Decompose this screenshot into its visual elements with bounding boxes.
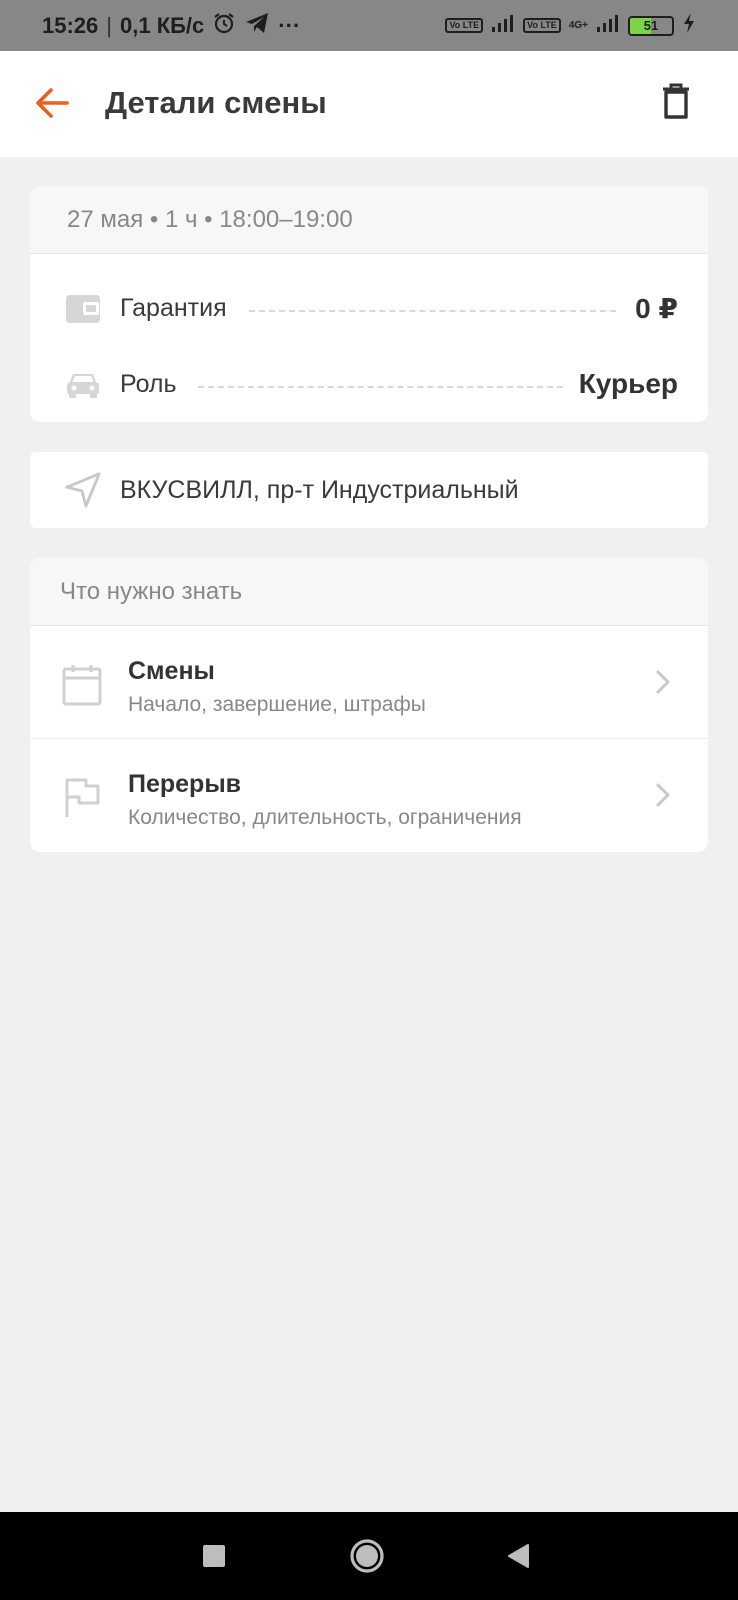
recents-button[interactable] <box>194 1538 234 1578</box>
telegram-icon <box>244 11 270 41</box>
guarantee-label: Гарантия <box>120 293 227 322</box>
charging-icon <box>682 12 696 40</box>
battery-level: 51 <box>643 18 659 33</box>
network-type: 4G+ <box>568 19 588 31</box>
back-triangle-icon <box>506 1543 530 1574</box>
page-title: Детали смены <box>105 85 327 120</box>
status-net-speed: 0,1 КБ/с <box>120 12 205 38</box>
status-bar: 15:26 | 0,1 КБ/с ··· Vo LTE Vo LTE 4G+ 5… <box>0 0 738 51</box>
break-info-item[interactable]: Перерыв Количество, длительность, ограни… <box>30 740 708 852</box>
signal-icon-2 <box>596 13 620 39</box>
guarantee-row: Гарантия 0 ₽ <box>30 278 708 338</box>
flag-icon <box>60 776 104 820</box>
shift-details-card: 27 мая • 1 ч • 18:00–19:00 Гарантия 0 ₽ … <box>30 186 708 422</box>
volte-badge: Vo LTE <box>445 18 484 33</box>
status-more: ··· <box>278 12 301 38</box>
role-label: Роль <box>120 369 177 398</box>
location-arrow-icon <box>64 471 102 509</box>
chevron-right-icon <box>648 667 678 697</box>
recents-square-icon <box>202 1544 226 1573</box>
info-header: Что нужно знать <box>30 558 708 626</box>
battery-indicator: 51 <box>628 15 674 36</box>
home-circle-icon <box>349 1538 385 1579</box>
system-nav-bar <box>0 1512 738 1600</box>
wallet-icon <box>64 289 102 327</box>
break-info-title: Перерыв <box>128 770 242 798</box>
status-time: 15:26 <box>42 12 99 38</box>
role-value: Курьер <box>578 368 678 399</box>
alarm-icon <box>212 11 236 41</box>
app-bar: Детали смены <box>0 51 738 157</box>
calendar-icon <box>60 663 104 707</box>
signal-icon <box>491 13 515 39</box>
shifts-info-item[interactable]: Смены Начало, завершение, штрафы <box>30 627 708 739</box>
dotted-leader <box>249 310 616 312</box>
system-back-button[interactable] <box>498 1538 538 1578</box>
trash-icon <box>661 83 691 124</box>
shift-summary: 27 мая • 1 ч • 18:00–19:00 <box>30 186 708 254</box>
status-separator: | <box>106 12 112 38</box>
info-card: Что нужно знать Смены Начало, завершение… <box>30 558 708 852</box>
dotted-leader <box>198 386 563 388</box>
location-address: ВКУСВИЛЛ, пр-т Индустриальный <box>120 476 519 504</box>
location-card[interactable]: ВКУСВИЛЛ, пр-т Индустриальный <box>30 452 708 528</box>
back-button[interactable] <box>30 83 74 127</box>
delete-button[interactable] <box>654 81 698 125</box>
arrow-left-icon <box>34 87 70 124</box>
chevron-right-icon <box>648 780 678 810</box>
shifts-info-subtitle: Начало, завершение, штрафы <box>128 693 426 716</box>
break-info-subtitle: Количество, длительность, ограничения <box>128 806 522 829</box>
shifts-info-title: Смены <box>128 657 215 685</box>
car-icon <box>64 365 102 403</box>
home-button[interactable] <box>347 1538 387 1578</box>
role-row: Роль Курьер <box>30 354 708 414</box>
volte-badge-2: Vo LTE <box>523 18 561 33</box>
guarantee-value: 0 ₽ <box>635 292 678 324</box>
